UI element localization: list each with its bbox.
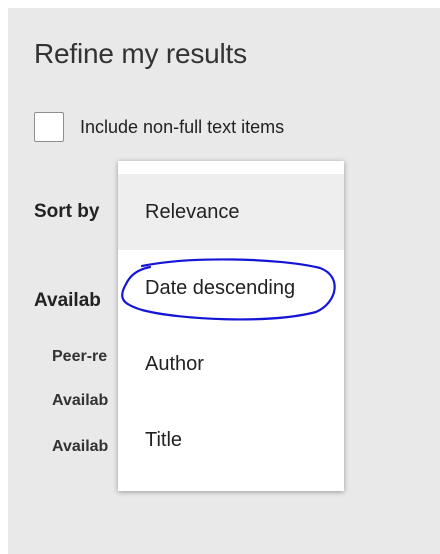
panel-title: Refine my results bbox=[34, 38, 247, 69]
sort-option-title[interactable]: Title bbox=[118, 402, 344, 478]
include-non-full-text-checkbox[interactable] bbox=[34, 112, 64, 142]
filter-peer-reviewed[interactable]: Peer-re bbox=[52, 348, 107, 366]
availability-heading: Availab bbox=[34, 290, 101, 311]
filter-availability-2[interactable]: Availab bbox=[52, 438, 108, 456]
sort-option-date-descending[interactable]: Date descending bbox=[118, 250, 344, 326]
include-non-full-text-row[interactable]: Include non-full text items bbox=[34, 111, 284, 143]
sort-by-label: Sort by bbox=[34, 201, 100, 222]
include-non-full-text-label[interactable]: Include non-full text items bbox=[80, 117, 284, 138]
sort-option-author[interactable]: Author bbox=[118, 326, 344, 402]
sort-by-dropdown-menu[interactable]: Relevance Date descending Author Title bbox=[118, 161, 344, 491]
sort-option-relevance[interactable]: Relevance bbox=[118, 174, 344, 250]
filter-availability-1[interactable]: Availab bbox=[52, 392, 108, 410]
